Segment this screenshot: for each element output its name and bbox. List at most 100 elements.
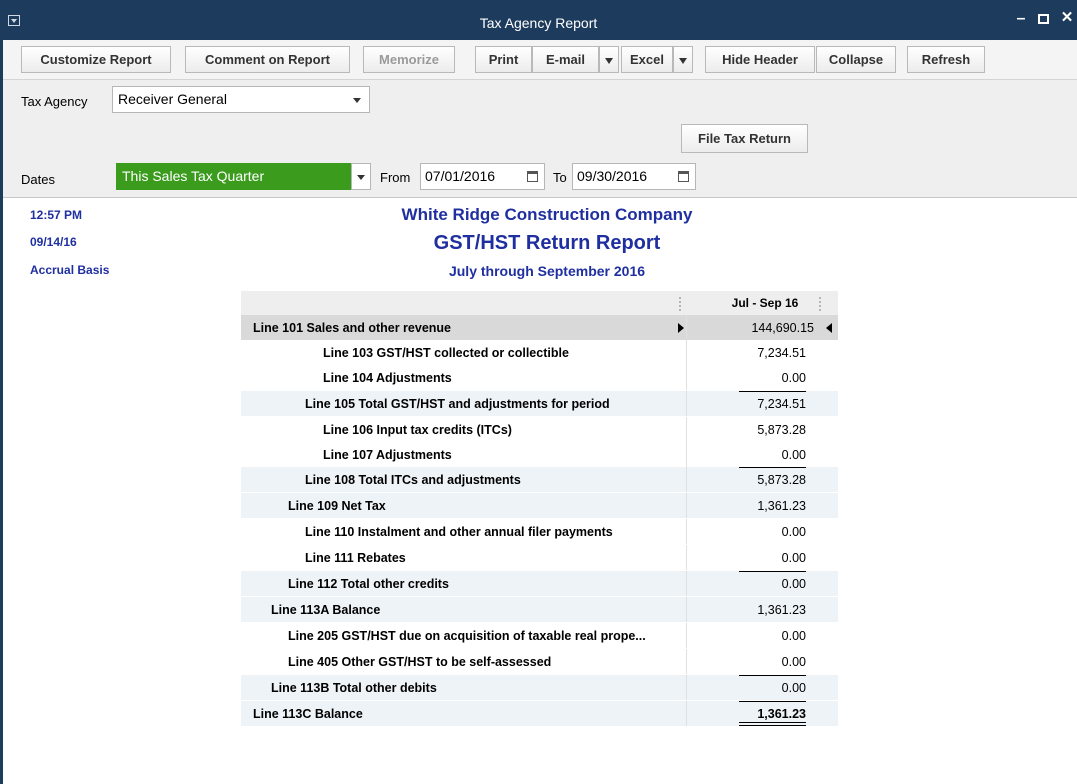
- row-label: Line 405 Other GST/HST to be self-assess…: [288, 655, 552, 669]
- column-divider: [686, 649, 687, 674]
- row-value: 0.00: [781, 525, 806, 539]
- report-company-name: White Ridge Construction Company: [401, 205, 693, 224]
- column-divider: [686, 391, 687, 416]
- email-dropdown-button[interactable]: [599, 46, 619, 73]
- window-title: Tax Agency Report: [479, 15, 598, 31]
- column-divider: [686, 442, 687, 467]
- subtotal-underline: [739, 675, 806, 676]
- column-divider: [686, 571, 687, 596]
- calendar-icon[interactable]: [678, 171, 689, 182]
- to-date-field[interactable]: 09/30/2016: [572, 163, 696, 190]
- column-header-jul-sep[interactable]: Jul - Sep 16: [697, 296, 833, 310]
- row-label: Line 109 Net Tax: [288, 499, 386, 513]
- column-header-row: Jul - Sep 16: [241, 291, 838, 315]
- minimize-icon[interactable]: –: [1012, 10, 1030, 28]
- row-value: 7,234.51: [757, 397, 806, 411]
- report-period: July through September 2016: [448, 263, 646, 279]
- total-double-underline: [739, 722, 806, 726]
- to-label: To: [553, 170, 567, 185]
- row-label: Line 105 Total GST/HST and adjustments f…: [305, 397, 610, 411]
- dates-dropdown-button[interactable]: [351, 163, 371, 190]
- dates-value: This Sales Tax Quarter: [122, 168, 265, 184]
- table-row[interactable]: Line 110 Instalment and other annual fil…: [241, 519, 838, 544]
- column-divider: [686, 519, 687, 544]
- row-value: 0.00: [781, 577, 806, 591]
- hide-header-button[interactable]: Hide Header: [705, 46, 815, 73]
- selection-marker-icon: [826, 323, 832, 333]
- from-date-value: 07/01/2016: [425, 168, 496, 184]
- row-value: 1,361.23: [757, 707, 806, 721]
- report-filters: Tax Agency Receiver General File Tax Ret…: [3, 80, 1077, 198]
- chevron-down-icon: [357, 175, 365, 180]
- table-row[interactable]: Line 103 GST/HST collected or collectibl…: [241, 340, 838, 365]
- row-value: 144,690.15: [751, 321, 814, 335]
- refresh-button[interactable]: Refresh: [907, 46, 985, 73]
- table-row[interactable]: Line 205 GST/HST due on acquisition of t…: [241, 623, 838, 648]
- column-divider: [686, 417, 687, 442]
- table-row[interactable]: Line 106 Input tax credits (ITCs) 5,873.…: [241, 417, 838, 442]
- dates-select[interactable]: This Sales Tax Quarter: [116, 163, 351, 190]
- column-divider: [686, 340, 687, 365]
- table-row[interactable]: Line 112 Total other credits 0.00: [241, 571, 838, 596]
- column-divider: [686, 623, 687, 648]
- memorize-button[interactable]: Memorize: [363, 46, 455, 73]
- excel-dropdown-button[interactable]: [673, 46, 693, 73]
- tax-agency-label: Tax Agency: [21, 94, 88, 109]
- row-label: Line 111 Rebates: [305, 551, 406, 565]
- column-divider: [686, 675, 687, 700]
- row-value: 1,361.23: [757, 499, 806, 513]
- subtotal-underline: [739, 467, 806, 468]
- column-divider: [686, 597, 687, 622]
- table-row[interactable]: Line 113B Total other debits 0.00: [241, 675, 838, 700]
- column-divider: [686, 467, 687, 492]
- table-row[interactable]: Line 105 Total GST/HST and adjustments f…: [241, 391, 838, 416]
- row-label: Line 108 Total ITCs and adjustments: [305, 473, 521, 487]
- table-row[interactable]: Line 101 Sales and other revenue 144,690…: [241, 315, 838, 340]
- close-icon[interactable]: ✕: [1058, 8, 1076, 26]
- row-value: 1,361.23: [757, 603, 806, 617]
- row-label: Line 205 GST/HST due on acquisition of t…: [288, 629, 646, 643]
- table-row[interactable]: Line 104 Adjustments 0.00: [241, 365, 838, 390]
- collapse-button[interactable]: Collapse: [816, 46, 896, 73]
- table-row[interactable]: Line 405 Other GST/HST to be self-assess…: [241, 649, 838, 674]
- row-label: Line 103 GST/HST collected or collectibl…: [323, 346, 569, 360]
- row-label: Line 113B Total other debits: [271, 681, 437, 695]
- table-row[interactable]: Line 108 Total ITCs and adjustments 5,87…: [241, 467, 838, 492]
- table-row[interactable]: Line 109 Net Tax 1,361.23: [241, 493, 838, 518]
- file-tax-return-button[interactable]: File Tax Return: [681, 124, 808, 153]
- table-row[interactable]: Line 113A Balance 1,361.23: [241, 597, 838, 622]
- row-label: Line 113C Balance: [253, 707, 363, 721]
- from-label: From: [380, 170, 411, 185]
- column-divider: [686, 545, 687, 570]
- table-row[interactable]: Line 107 Adjustments 0.00: [241, 442, 838, 467]
- chevron-down-icon: [605, 57, 613, 64]
- row-value: 0.00: [781, 655, 806, 669]
- excel-button[interactable]: Excel: [621, 46, 673, 73]
- calendar-icon[interactable]: [527, 171, 538, 182]
- subtotal-underline: [739, 391, 806, 392]
- row-value: 5,873.28: [757, 423, 806, 437]
- tax-agency-select[interactable]: Receiver General: [112, 86, 370, 113]
- from-date-field[interactable]: 07/01/2016: [420, 163, 545, 190]
- email-button[interactable]: E-mail: [532, 46, 599, 73]
- tax-agency-value: Receiver General: [118, 91, 227, 107]
- row-label: Line 101 Sales and other revenue: [253, 321, 451, 335]
- row-value: 0.00: [781, 551, 806, 565]
- print-button[interactable]: Print: [475, 46, 532, 73]
- row-label: Line 113A Balance: [271, 603, 381, 617]
- subtotal-underline: [739, 701, 806, 702]
- customize-report-button[interactable]: Customize Report: [21, 46, 171, 73]
- table-row[interactable]: Line 113C Balance 1,361.23: [241, 701, 838, 726]
- report-title: GST/HST Return Report: [433, 232, 661, 254]
- column-divider: [686, 315, 687, 340]
- row-value: 0.00: [781, 448, 806, 462]
- table-row[interactable]: Line 111 Rebates 0.00: [241, 545, 838, 570]
- row-label: Line 104 Adjustments: [323, 371, 452, 385]
- row-value: 0.00: [781, 681, 806, 695]
- maximize-icon[interactable]: [1034, 11, 1052, 29]
- row-label: Line 106 Input tax credits (ITCs): [323, 423, 512, 437]
- column-resize-handle[interactable]: [819, 297, 821, 311]
- comment-on-report-button[interactable]: Comment on Report: [185, 46, 350, 73]
- column-divider: [686, 701, 687, 726]
- column-resize-handle[interactable]: [679, 297, 681, 311]
